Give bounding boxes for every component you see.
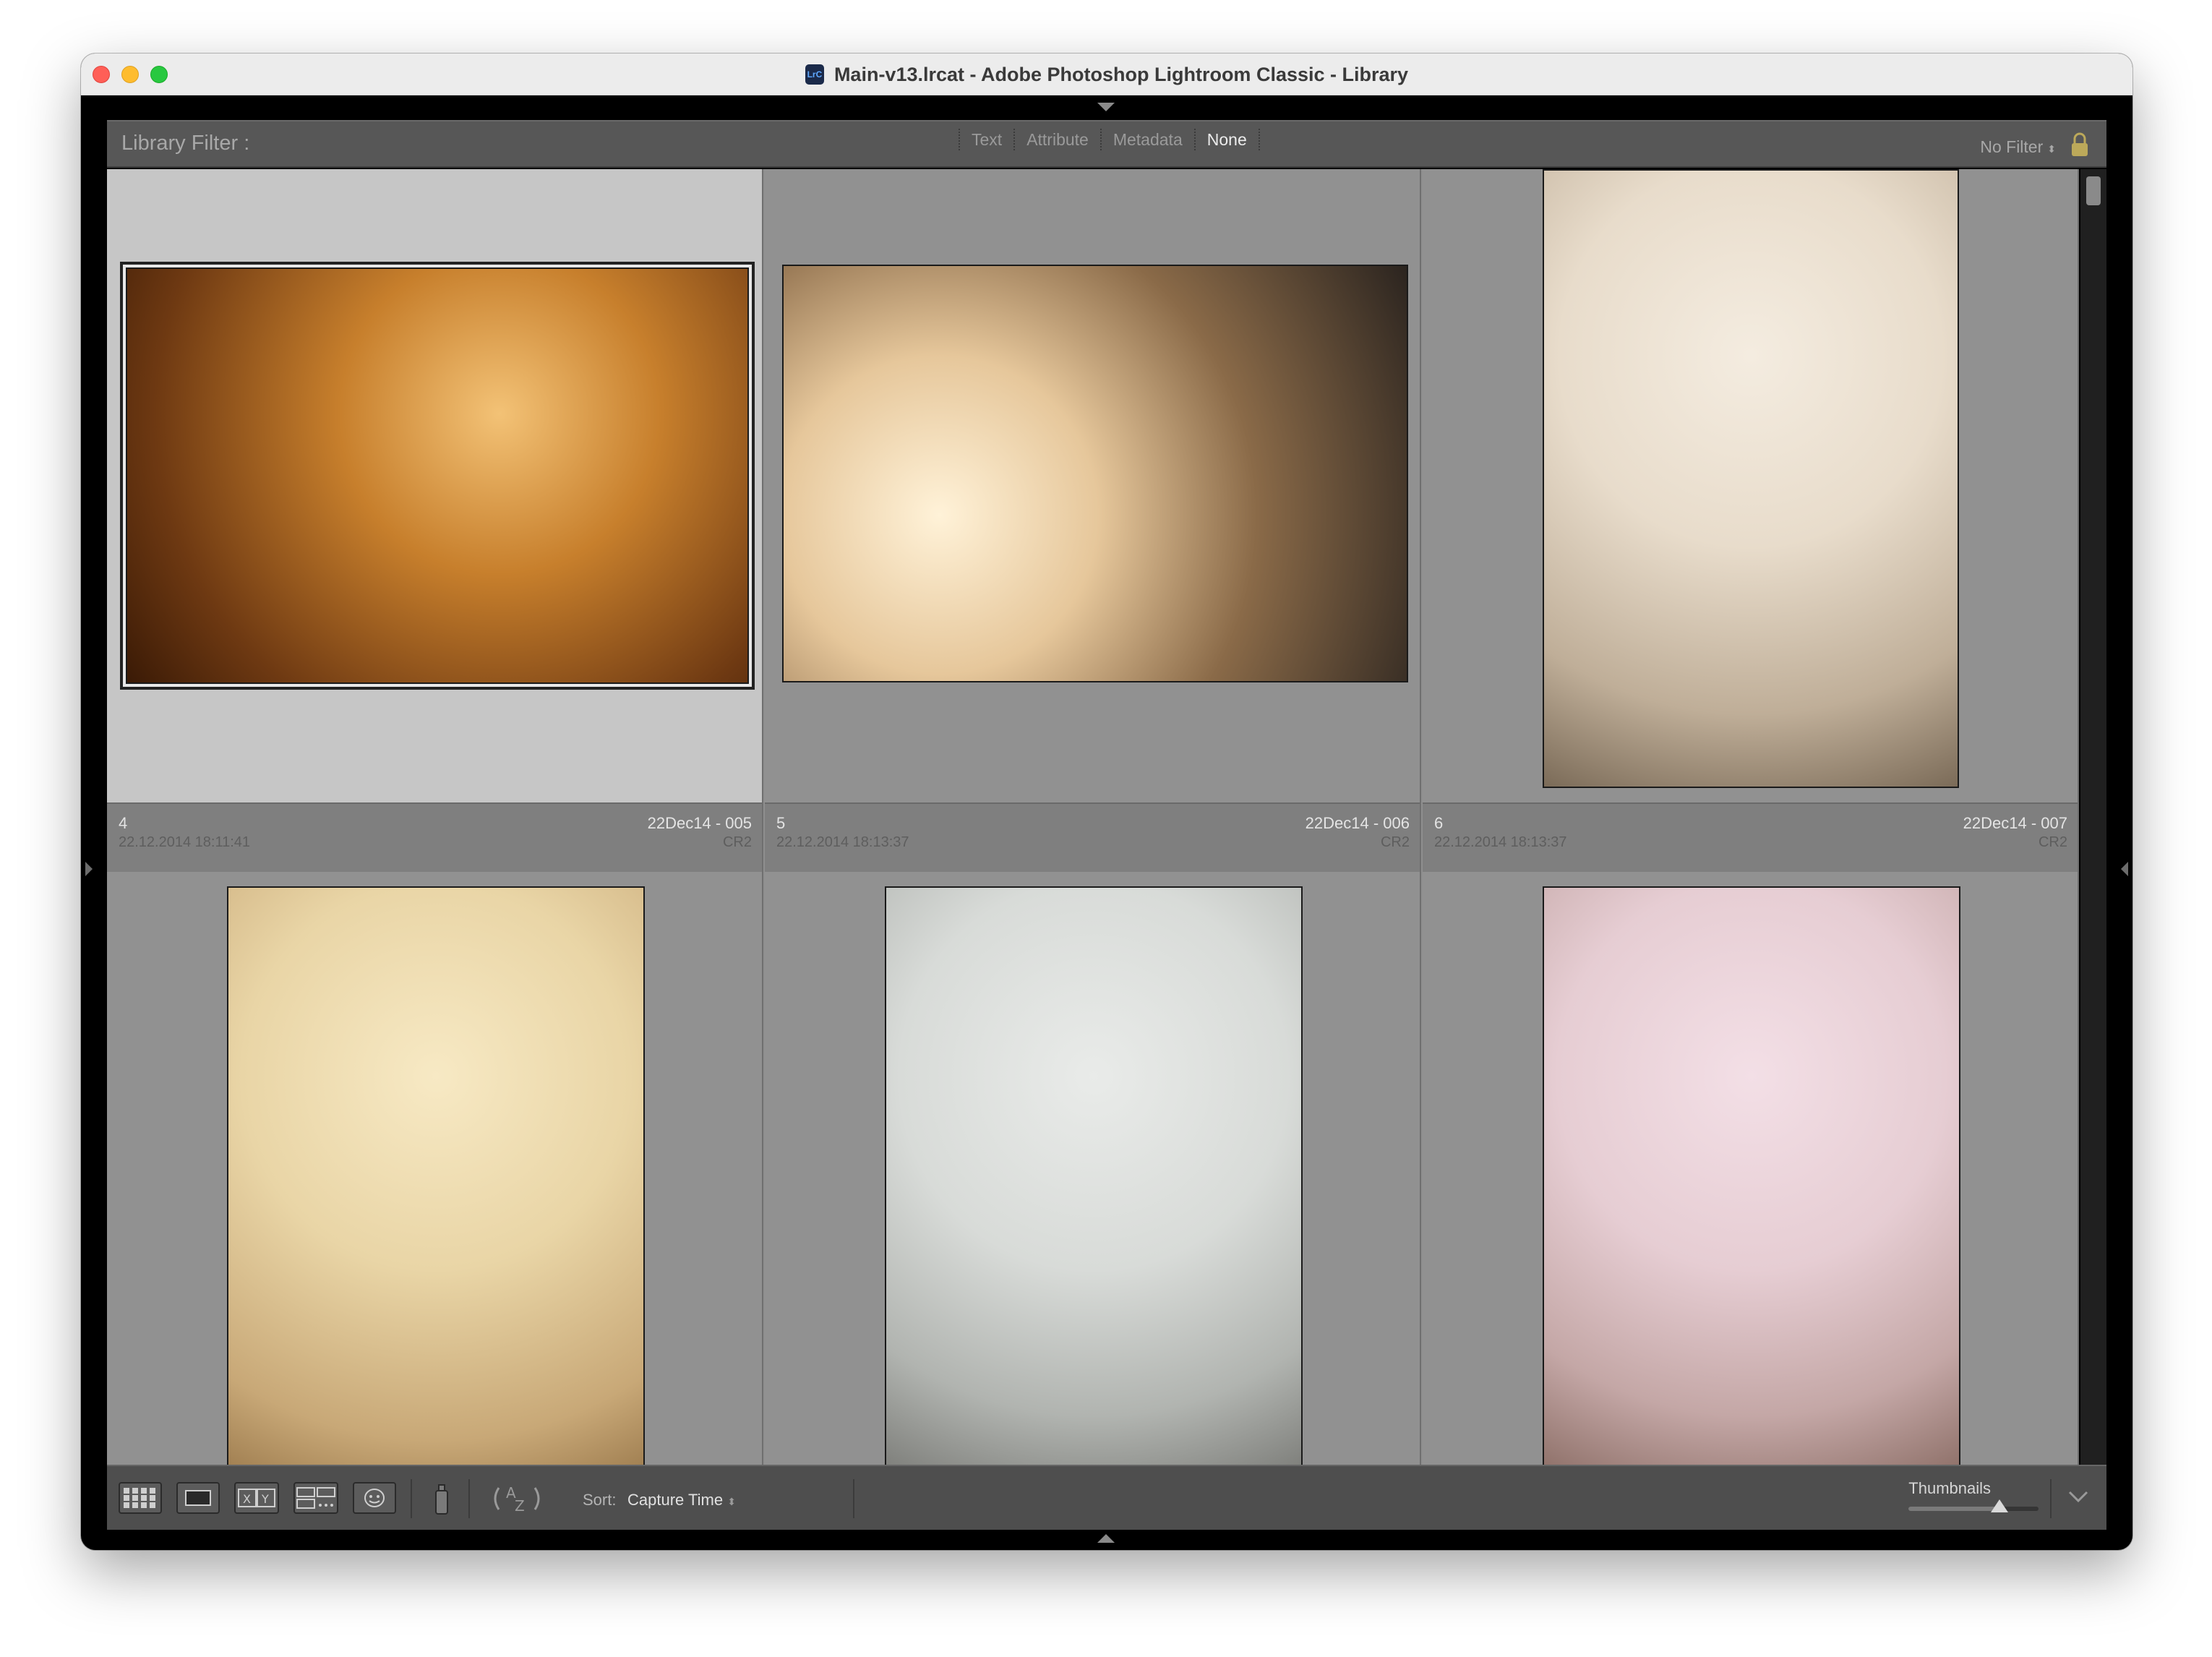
svg-text:Y: Y (261, 1492, 269, 1506)
window-title: Main-v13.lrcat - Adobe Photoshop Lightro… (833, 63, 1409, 85)
sort-value: Capture Time (627, 1491, 724, 1509)
cell-file-format: CR2 (2038, 834, 2067, 850)
thumbnails-label: Thumbnails (1908, 1479, 1991, 1497)
chevron-updown-icon: ⬍ (727, 1496, 736, 1507)
filter-separator (1099, 129, 1102, 150)
filter-tab-attribute[interactable]: Attribute (1026, 130, 1089, 150)
thumbnail-area (107, 169, 762, 802)
photo-thumbnail[interactable] (227, 886, 645, 1517)
library-filter-bar: Library Filter : Text Attribute Metadata… (107, 120, 2106, 168)
loupe-view-icon (185, 1490, 211, 1506)
selection-frame (120, 262, 755, 690)
filter-preset-value: No Filter (1980, 137, 2044, 156)
grid-scrollbar[interactable] (2080, 169, 2106, 1517)
scroll-thumb[interactable] (2086, 176, 2101, 205)
cell-capture-date: 22.12.2014 18:11:41 (119, 834, 251, 850)
cell-index: 5 (776, 814, 786, 832)
filter-preset-dropdown[interactable]: No Filter ⬍ (1980, 137, 2056, 157)
right-panel-toggle-icon[interactable] (2121, 862, 2128, 876)
toolbar-separator (411, 1479, 412, 1518)
spray-can-icon[interactable] (431, 1481, 453, 1517)
cell-metadata: 4 22Dec14 - 005 22.12.2014 18:11:41 CR2 (107, 802, 762, 872)
filter-tab-none[interactable]: None (1207, 130, 1247, 150)
grid-cell[interactable] (1423, 169, 2079, 872)
toolbar-options-chevron-icon[interactable] (2067, 1488, 2089, 1505)
thumbnail-area (765, 169, 1420, 802)
slider-knob[interactable] (1991, 1499, 2008, 1512)
cell-filename: 22Dec14 - 007 (1963, 814, 2067, 832)
toolbar-separator (2050, 1479, 2052, 1518)
cell-capture-date: 22.12.2014 18:13:37 (1434, 834, 1567, 850)
cell-capture-date: 22.12.2014 18:13:37 (776, 834, 909, 850)
photo-grid: 4 22Dec14 - 005 22.12.2014 18:11:41 CR2 … (107, 169, 2079, 1517)
sort-direction-icon[interactable]: A Z (493, 1481, 544, 1517)
grid-cell[interactable]: 4 22Dec14 - 005 22.12.2014 18:11:41 CR2 (107, 802, 763, 1517)
svg-text:Z: Z (515, 1497, 525, 1515)
grid-cell[interactable] (765, 169, 1421, 872)
filter-separator (1258, 129, 1260, 150)
library-toolbar: X Y A Z Sort: Capture Time ⬍ Thumbnails (107, 1465, 2106, 1530)
cell-index: 4 (119, 814, 128, 832)
library-filter-label: Library Filter : (121, 132, 250, 155)
title-bar: LrC Main-v13.lrcat - Adobe Photoshop Lig… (81, 53, 2132, 95)
cell-metadata: 5 22Dec14 - 006 22.12.2014 18:13:37 CR2 (765, 802, 1420, 872)
grid-cell[interactable]: 5 22Dec14 - 006 22.12.2014 18:13:37 CR2 (765, 802, 1421, 1517)
cell-file-format: CR2 (1380, 834, 1410, 850)
survey-view-icon (296, 1487, 335, 1509)
photo-thumbnail[interactable] (1543, 886, 1960, 1517)
filter-separator (959, 129, 960, 150)
filter-tab-text[interactable]: Text (972, 130, 1002, 150)
photo-thumbnail[interactable] (782, 265, 1408, 682)
sort-dropdown[interactable]: Capture Time ⬍ (627, 1491, 736, 1510)
lock-icon[interactable] (2070, 132, 2089, 158)
sort-label: Sort: (583, 1491, 617, 1509)
thumbnail-size-slider[interactable] (1908, 1499, 2039, 1512)
thumbnail-area (1423, 169, 2078, 802)
left-panel-toggle-icon[interactable] (85, 862, 93, 876)
filter-separator (1013, 129, 1016, 150)
cell-index: 6 (1434, 814, 1444, 832)
grid-cell[interactable]: 6 22Dec14 - 007 22.12.2014 18:13:37 CR2 (1423, 802, 2079, 1517)
people-face-icon (364, 1489, 385, 1507)
filter-tab-metadata[interactable]: Metadata (1113, 130, 1183, 150)
top-panel-toggle-icon[interactable] (1097, 103, 1115, 111)
grid-view-button[interactable] (119, 1482, 162, 1514)
filter-separator (1193, 129, 1196, 150)
cell-filename: 22Dec14 - 006 (1305, 814, 1410, 832)
people-view-button[interactable] (353, 1482, 396, 1514)
photo-thumbnail[interactable] (126, 267, 749, 684)
compare-view-button[interactable]: X Y (234, 1482, 279, 1514)
toolbar-separator (468, 1479, 470, 1518)
grid-cell[interactable] (107, 169, 763, 872)
slider-fill (1908, 1507, 1999, 1511)
compare-view-icon: X Y (238, 1489, 275, 1507)
survey-view-button[interactable] (293, 1482, 338, 1514)
chevron-updown-icon: ⬍ (2047, 143, 2056, 155)
lightroom-window: LrC Main-v13.lrcat - Adobe Photoshop Lig… (81, 53, 2132, 1550)
toolbar-separator (853, 1479, 854, 1518)
filter-tabs: Text Attribute Metadata None (959, 129, 1260, 150)
cell-metadata: 6 22Dec14 - 007 22.12.2014 18:13:37 CR2 (1423, 802, 2078, 872)
bottom-panel-toggle-icon[interactable] (1097, 1534, 1115, 1543)
grid-view-icon (124, 1488, 155, 1508)
photo-thumbnail[interactable] (885, 886, 1303, 1517)
lightroom-app-icon: LrC (805, 64, 824, 85)
photo-thumbnail[interactable] (1543, 169, 1959, 788)
cell-filename: 22Dec14 - 005 (647, 814, 752, 832)
loupe-view-button[interactable] (176, 1482, 220, 1514)
svg-text:X: X (243, 1492, 251, 1506)
window-title-wrap: LrC Main-v13.lrcat - Adobe Photoshop Lig… (81, 53, 2132, 95)
cell-file-format: CR2 (722, 834, 752, 850)
